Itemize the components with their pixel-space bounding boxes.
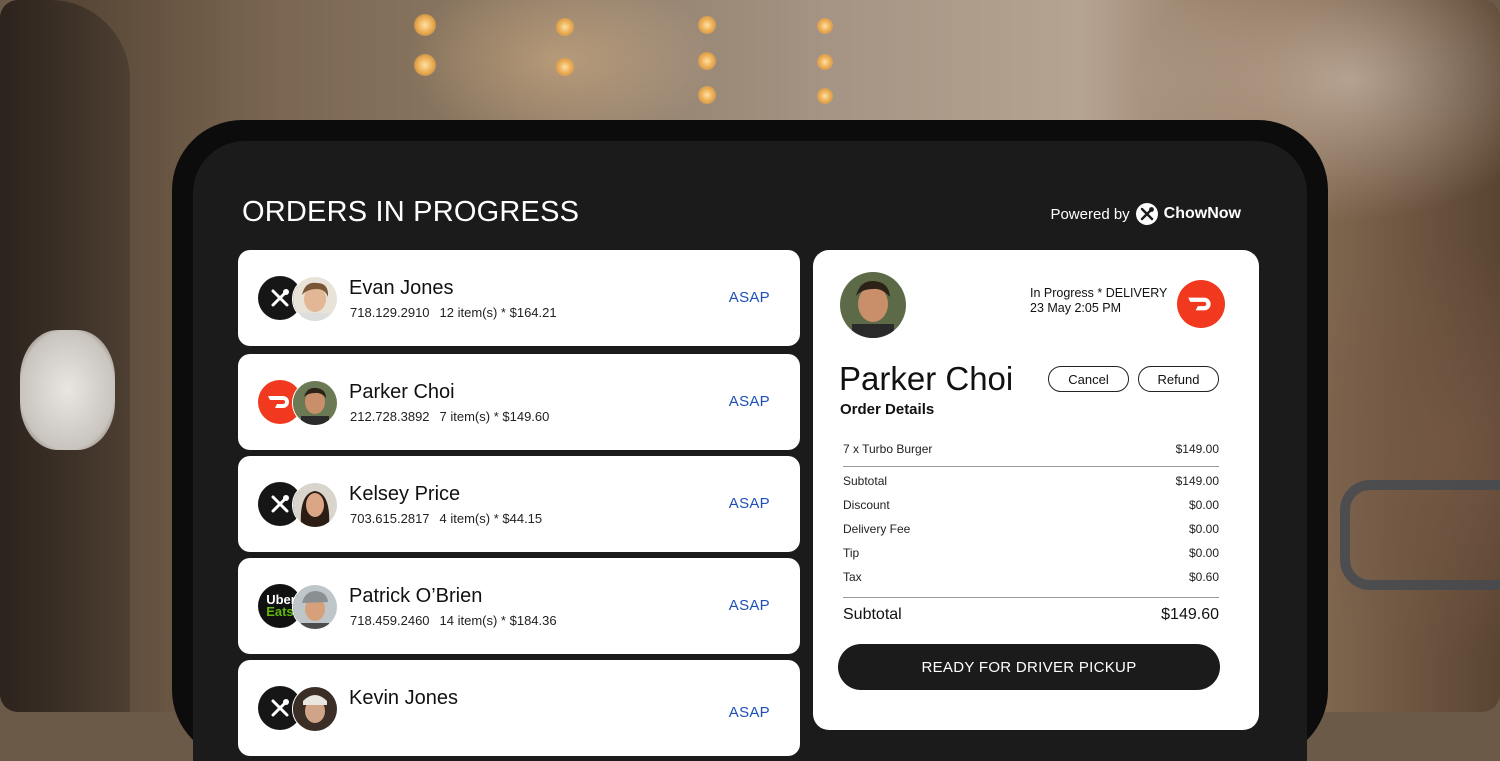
order-avatars	[258, 276, 342, 322]
breakdown-row: Tip $0.00	[843, 546, 1219, 560]
total-label: Subtotal	[843, 606, 902, 623]
refund-button[interactable]: Refund	[1138, 366, 1219, 392]
customer-phone: 703.615.2817	[350, 511, 430, 526]
line-item-label: 7 x Turbo Burger	[843, 442, 933, 456]
order-avatars	[258, 482, 342, 528]
powered-by-label: Powered by	[1050, 205, 1130, 223]
breakdown-row: Subtotal $149.00	[843, 474, 1219, 488]
breakdown-amount: $0.60	[1188, 570, 1219, 584]
order-timestamp: 23 May 2:05 PM	[1030, 301, 1122, 315]
breakdown-amount: $0.00	[1188, 522, 1219, 536]
order-detail-panel: In Progress * DELIVERY 23 May 2:05 PM Pa…	[813, 250, 1259, 730]
customer-meta: 718.459.2460 14 item(s) * $184.36	[350, 613, 557, 628]
order-time: ASAP	[728, 495, 770, 512]
customer-name: Kevin Jones	[349, 687, 458, 709]
customer-name: Parker Choi	[349, 381, 455, 403]
total-row: Subtotal $149.60	[843, 606, 1219, 624]
avatar	[292, 584, 338, 630]
customer-avatar	[840, 272, 906, 338]
breakdown-row: Delivery Fee $0.00	[843, 522, 1219, 536]
order-card[interactable]: Parker Choi 212.728.3892 7 item(s) * $149…	[238, 354, 800, 450]
customer-meta: 212.728.3892 7 item(s) * $149.60	[350, 409, 549, 424]
line-item: 7 x Turbo Burger $149.00	[843, 442, 1219, 456]
order-status-line: In Progress * DELIVERY	[1030, 286, 1168, 300]
customer-phone: 718.459.2460	[350, 613, 430, 628]
avatar	[292, 686, 338, 732]
customer-meta: 703.615.2817 4 item(s) * $44.15	[350, 511, 542, 526]
cancel-button[interactable]: Cancel	[1048, 366, 1129, 392]
divider	[843, 597, 1219, 598]
total-amount: $149.60	[1161, 606, 1219, 623]
order-avatars	[258, 380, 342, 426]
ready-for-pickup-button[interactable]: READY FOR DRIVER PICKUP	[838, 644, 1220, 690]
breakdown-label: Subtotal	[843, 474, 888, 488]
breakdown-amount: $0.00	[1188, 498, 1219, 512]
chownow-logo-icon	[1135, 203, 1158, 225]
order-time: ASAP	[728, 289, 770, 306]
breakdown-label: Delivery Fee	[843, 522, 911, 536]
background-glove	[20, 330, 115, 450]
tablet-screen: ORDERS IN PROGRESS Powered by ChowNow Ev…	[193, 141, 1307, 761]
breakdown-label: Discount	[843, 498, 890, 512]
customer-meta: 718.129.2910 12 item(s) * $164.21	[350, 305, 557, 320]
customer-phone: 212.728.3892	[350, 409, 430, 424]
powered-by: Powered by ChowNow	[1050, 203, 1241, 225]
order-card[interactable]: Evan Jones 718.129.2910 12 item(s) * $164…	[238, 250, 800, 346]
line-item-amount: $149.00	[1175, 442, 1219, 456]
breakdown-label: Tip	[843, 546, 860, 560]
breakdown-row: Discount $0.00	[843, 498, 1219, 512]
powered-by-brand: ChowNow	[1163, 205, 1241, 222]
background-pipe	[1340, 480, 1500, 590]
avatar	[292, 482, 338, 528]
order-avatars	[258, 686, 342, 732]
customer-name-heading: Parker Choi	[839, 360, 1014, 397]
breakdown-row: Tax $0.60	[843, 570, 1219, 584]
order-time: ASAP	[728, 597, 770, 614]
customer-phone: 718.129.2910	[350, 305, 430, 320]
order-card[interactable]: Kevin Jones ASAP	[238, 660, 800, 756]
page-title: ORDERS IN PROGRESS	[242, 196, 580, 228]
order-time: ASAP	[728, 704, 770, 721]
customer-name: Evan Jones	[349, 277, 454, 299]
breakdown-label: Tax	[843, 570, 862, 584]
order-avatars: Uber Eats	[258, 584, 342, 630]
order-summary: 12 item(s) * $164.21	[439, 305, 557, 320]
breakdown-amount: $0.00	[1188, 546, 1219, 560]
order-summary: 4 item(s) * $44.15	[439, 511, 543, 526]
customer-name: Kelsey Price	[349, 483, 461, 505]
order-card[interactable]: Kelsey Price 703.615.2817 4 item(s) * $44…	[238, 456, 800, 552]
order-details-heading: Order Details	[840, 401, 935, 418]
avatar	[292, 276, 338, 322]
order-summary: 14 item(s) * $184.36	[439, 613, 557, 628]
order-time: ASAP	[728, 393, 770, 410]
breakdown-amount: $149.00	[1175, 474, 1219, 488]
order-card[interactable]: Uber Eats Patrick O’Brien 718.459.2460 14…	[238, 558, 800, 654]
divider	[843, 466, 1219, 467]
doordash-icon	[1177, 280, 1225, 328]
customer-name: Patrick O’Brien	[349, 585, 483, 607]
avatar	[292, 380, 338, 426]
order-status: In Progress * DELIVERY 23 May 2:05 PM	[1030, 286, 1167, 316]
order-summary: 7 item(s) * $149.60	[439, 409, 550, 424]
